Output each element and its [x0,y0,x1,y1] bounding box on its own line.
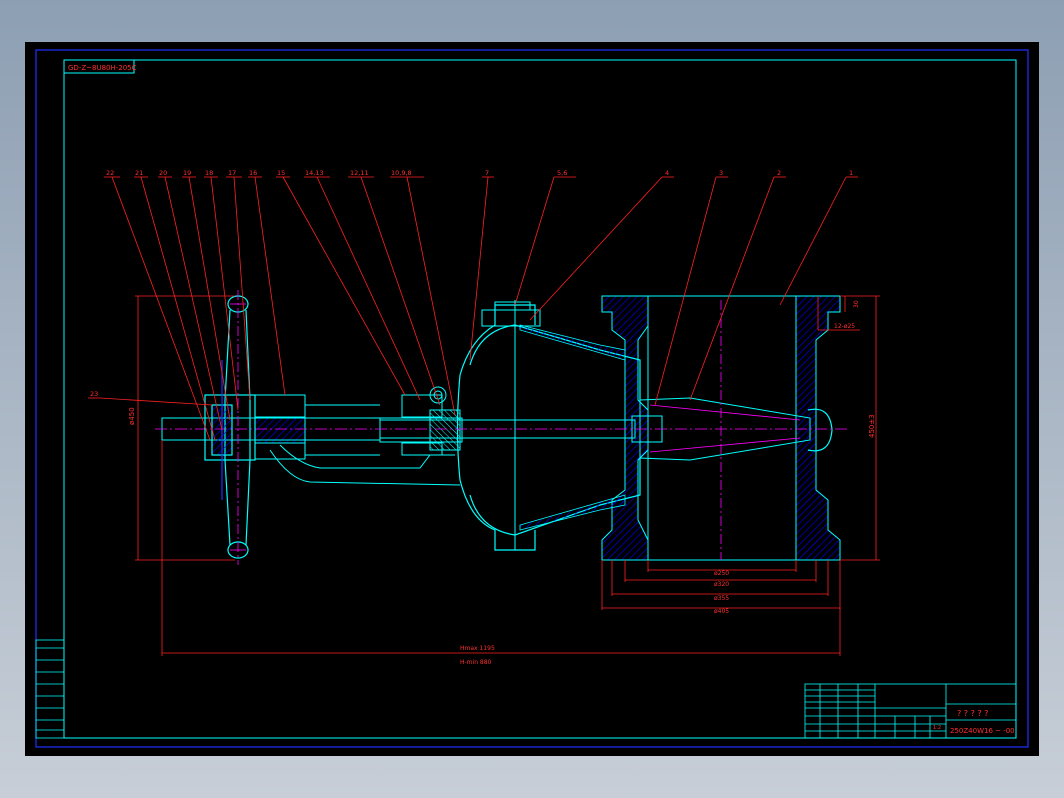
part-19: 19 [183,169,191,177]
dim-d250: ø250 [714,570,729,577]
part-17: 17 [228,169,236,177]
part-7: 7 [485,169,489,177]
part-18: 18 [205,169,213,177]
title-marks: ? ? ? ? ? [957,709,988,718]
part-15: 15 [277,169,285,177]
dim-d355: ø355 [714,595,729,602]
part-5-6: 5,6 [557,169,567,177]
dim-bolt: 12-ø25 [834,323,855,330]
drawing-number: 250Z40W16 ~ -00 [950,727,1015,735]
part-16: 16 [249,169,257,177]
part-3: 3 [719,169,723,177]
drawing-code: GD-Z~8U80H-205C [68,64,137,72]
part-10-9-8: 10,9,8 [391,169,412,177]
scale-ratio: 1:2 [933,725,941,731]
dim-d405: ø405 [714,608,729,615]
dim-bolt-offset: 30 [853,300,860,308]
drawing-sheet [25,42,1039,756]
part-1: 1 [849,169,853,177]
part-22: 22 [106,169,114,177]
part-12-11: 12,11 [350,169,369,177]
part-4: 4 [665,169,669,177]
dim-handwheel-dia: ø450 [128,407,136,425]
part-21: 21 [135,169,143,177]
dim-hmin: H-min 880 [460,659,492,666]
part-14-13: 14,13 [305,169,324,177]
dim-height-right: 450±3 [868,414,876,438]
cad-drawing: GD-Z~8U80H-205C ? ? ? ? ? 250Z40W16 ~ -0… [25,42,1039,756]
dim-d320: ø320 [714,581,729,588]
part-2: 2 [777,169,781,177]
part-23: 23 [90,390,98,398]
part-20: 20 [159,169,167,177]
dim-hmax: Hmax 1195 [460,645,495,652]
